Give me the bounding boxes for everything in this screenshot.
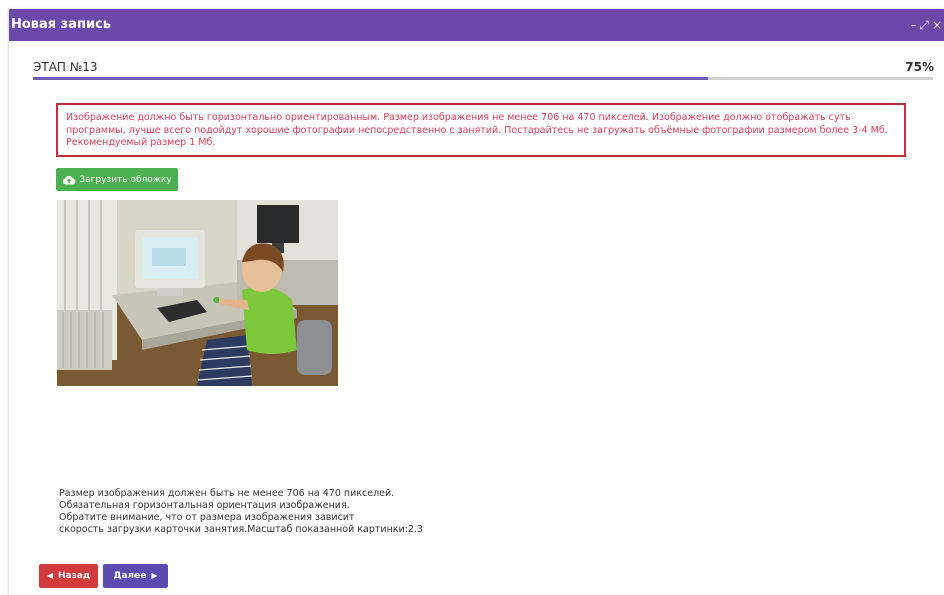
modal-title: Новая запись: [11, 17, 112, 32]
info-line: Обязательная горизонтальная ориентация и…: [59, 500, 350, 511]
progress-fill: [33, 77, 708, 80]
close-icon[interactable]: ×: [932, 19, 942, 31]
cloud-upload-icon: [62, 175, 76, 185]
upload-cover-label: Загрузить обложку: [79, 174, 172, 185]
window-controls: – ⤢ ×: [910, 17, 942, 33]
back-button[interactable]: ◀ Назад: [39, 564, 98, 588]
modal-header: Новая запись – ⤢ ×: [9, 9, 944, 41]
progress-bar: [33, 77, 933, 80]
info-line: скорость загрузки карточки занятия.Масшт…: [59, 524, 423, 535]
upload-cover-button[interactable]: Загрузить обложку: [56, 168, 178, 191]
image-requirements-warning: Изображение должно быть горизонтально ор…: [56, 103, 906, 157]
info-line: Обратите внимание, что от размера изобра…: [59, 512, 355, 523]
chevron-left-icon: ◀: [46, 571, 53, 580]
stage-percent: 75%: [905, 60, 934, 74]
minimize-icon[interactable]: –: [910, 19, 916, 31]
next-label: Далее: [113, 571, 147, 581]
cover-image: [57, 200, 338, 386]
maximize-icon[interactable]: ⤢: [919, 19, 929, 31]
stage-label: ЭТАП №13: [33, 60, 98, 74]
modal-window: Новая запись – ⤢ × ЭТАП №13 75% Изображе…: [9, 9, 944, 595]
info-line: Размер изображения должен быть не менее …: [59, 488, 395, 499]
next-button[interactable]: Далее ▶: [103, 564, 168, 588]
image-info-text: Размер изображения должен быть не менее …: [59, 488, 423, 536]
back-label: Назад: [57, 571, 91, 581]
chevron-right-icon: ▶: [151, 571, 158, 580]
